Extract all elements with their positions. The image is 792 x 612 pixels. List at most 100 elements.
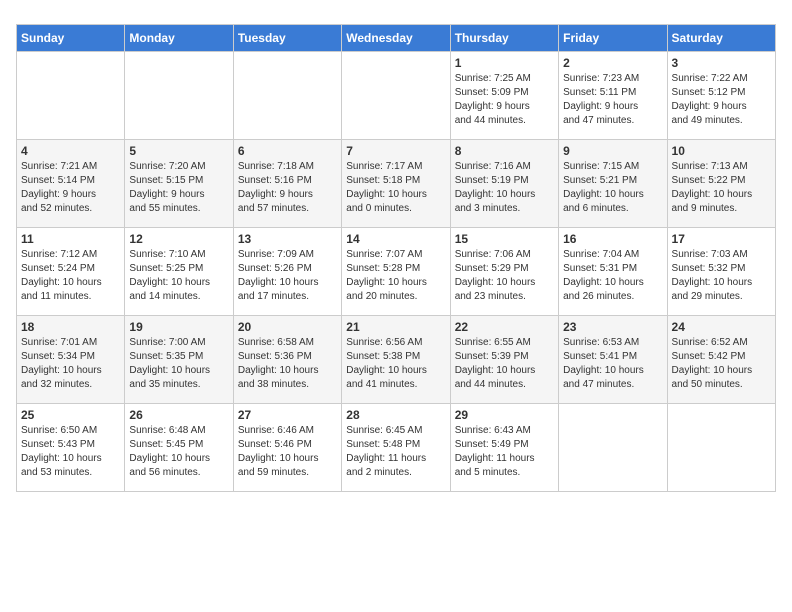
day-number: 7 xyxy=(346,144,445,158)
cell-content: Sunrise: 7:00 AM Sunset: 5:35 PM Dayligh… xyxy=(129,336,228,392)
calendar-cell: 14 Sunrise: 7:07 AM Sunset: 5:28 PM Dayli… xyxy=(342,228,450,316)
day-number: 11 xyxy=(21,232,120,246)
cell-content: Sunrise: 7:03 AM Sunset: 5:32 PM Dayligh… xyxy=(672,248,771,304)
calendar-cell: 1 Sunrise: 7:25 AM Sunset: 5:09 PM Daylig… xyxy=(450,52,558,140)
day-number: 25 xyxy=(21,408,120,422)
calendar-cell: 29 Sunrise: 6:43 AM Sunset: 5:49 PM Dayli… xyxy=(450,404,558,492)
cell-content: Sunrise: 6:55 AM Sunset: 5:39 PM Dayligh… xyxy=(455,336,554,392)
cell-content: Sunrise: 6:45 AM Sunset: 5:48 PM Dayligh… xyxy=(346,424,445,480)
calendar-cell: 16 Sunrise: 7:04 AM Sunset: 5:31 PM Dayli… xyxy=(559,228,667,316)
cell-content: Sunrise: 6:46 AM Sunset: 5:46 PM Dayligh… xyxy=(238,424,337,480)
day-number: 14 xyxy=(346,232,445,246)
day-number: 27 xyxy=(238,408,337,422)
cell-content: Sunrise: 6:48 AM Sunset: 5:45 PM Dayligh… xyxy=(129,424,228,480)
cell-content: Sunrise: 7:23 AM Sunset: 5:11 PM Dayligh… xyxy=(563,72,662,128)
cell-content: Sunrise: 7:20 AM Sunset: 5:15 PM Dayligh… xyxy=(129,160,228,216)
cell-content: Sunrise: 6:50 AM Sunset: 5:43 PM Dayligh… xyxy=(21,424,120,480)
day-number: 20 xyxy=(238,320,337,334)
calendar-cell: 19Sunrise: 7:00 AM Sunset: 5:35 PM Dayli… xyxy=(125,316,233,404)
calendar-cell: 15 Sunrise: 7:06 AM Sunset: 5:29 PM Dayli… xyxy=(450,228,558,316)
calendar-cell: 4 Sunrise: 7:21 AM Sunset: 5:14 PM Daylig… xyxy=(17,140,125,228)
col-header-thursday: Thursday xyxy=(450,25,558,52)
calendar-cell: 6 Sunrise: 7:18 AM Sunset: 5:16 PM Daylig… xyxy=(233,140,341,228)
calendar-cell: 2 Sunrise: 7:23 AM Sunset: 5:11 PM Daylig… xyxy=(559,52,667,140)
day-number: 23 xyxy=(563,320,662,334)
day-number: 10 xyxy=(672,144,771,158)
calendar-cell: 25 Sunrise: 6:50 AM Sunset: 5:43 PM Dayli… xyxy=(17,404,125,492)
calendar-cell: 7 Sunrise: 7:17 AM Sunset: 5:18 PM Daylig… xyxy=(342,140,450,228)
day-number: 5 xyxy=(129,144,228,158)
day-number: 4 xyxy=(21,144,120,158)
day-number: 3 xyxy=(672,56,771,70)
day-number: 8 xyxy=(455,144,554,158)
calendar-cell xyxy=(125,52,233,140)
cell-content: Sunrise: 7:15 AM Sunset: 5:21 PM Dayligh… xyxy=(563,160,662,216)
calendar-cell: 13 Sunrise: 7:09 AM Sunset: 5:26 PM Dayli… xyxy=(233,228,341,316)
calendar-cell: 24 Sunrise: 6:52 AM Sunset: 5:42 PM Dayli… xyxy=(667,316,775,404)
day-number: 2 xyxy=(563,56,662,70)
calendar-cell: 10 Sunrise: 7:13 AM Sunset: 5:22 PM Dayli… xyxy=(667,140,775,228)
calendar-cell: 27 Sunrise: 6:46 AM Sunset: 5:46 PM Dayli… xyxy=(233,404,341,492)
week-row-5: 25 Sunrise: 6:50 AM Sunset: 5:43 PM Dayli… xyxy=(17,404,776,492)
calendar-cell: 26Sunrise: 6:48 AM Sunset: 5:45 PM Dayli… xyxy=(125,404,233,492)
col-header-tuesday: Tuesday xyxy=(233,25,341,52)
cell-content: Sunrise: 7:18 AM Sunset: 5:16 PM Dayligh… xyxy=(238,160,337,216)
calendar-cell: 9 Sunrise: 7:15 AM Sunset: 5:21 PM Daylig… xyxy=(559,140,667,228)
calendar-cell xyxy=(667,404,775,492)
week-row-1: 1 Sunrise: 7:25 AM Sunset: 5:09 PM Daylig… xyxy=(17,52,776,140)
day-number: 13 xyxy=(238,232,337,246)
day-number: 17 xyxy=(672,232,771,246)
cell-content: Sunrise: 7:04 AM Sunset: 5:31 PM Dayligh… xyxy=(563,248,662,304)
calendar-cell xyxy=(233,52,341,140)
col-header-wednesday: Wednesday xyxy=(342,25,450,52)
cell-content: Sunrise: 7:22 AM Sunset: 5:12 PM Dayligh… xyxy=(672,72,771,128)
cell-content: Sunrise: 6:56 AM Sunset: 5:38 PM Dayligh… xyxy=(346,336,445,392)
cell-content: Sunrise: 7:21 AM Sunset: 5:14 PM Dayligh… xyxy=(21,160,120,216)
cell-content: Sunrise: 7:13 AM Sunset: 5:22 PM Dayligh… xyxy=(672,160,771,216)
day-number: 9 xyxy=(563,144,662,158)
week-row-2: 4 Sunrise: 7:21 AM Sunset: 5:14 PM Daylig… xyxy=(17,140,776,228)
day-number: 15 xyxy=(455,232,554,246)
calendar-cell: 23 Sunrise: 6:53 AM Sunset: 5:41 PM Dayli… xyxy=(559,316,667,404)
col-header-monday: Monday xyxy=(125,25,233,52)
calendar-cell: 18 Sunrise: 7:01 AM Sunset: 5:34 PM Dayli… xyxy=(17,316,125,404)
day-number: 22 xyxy=(455,320,554,334)
day-number: 21 xyxy=(346,320,445,334)
calendar-cell xyxy=(342,52,450,140)
calendar-cell: 8 Sunrise: 7:16 AM Sunset: 5:19 PM Daylig… xyxy=(450,140,558,228)
cell-content: Sunrise: 6:43 AM Sunset: 5:49 PM Dayligh… xyxy=(455,424,554,480)
day-number: 12 xyxy=(129,232,228,246)
calendar-cell: 3 Sunrise: 7:22 AM Sunset: 5:12 PM Daylig… xyxy=(667,52,775,140)
cell-content: Sunrise: 7:09 AM Sunset: 5:26 PM Dayligh… xyxy=(238,248,337,304)
day-number: 29 xyxy=(455,408,554,422)
calendar-cell: 12 Sunrise: 7:10 AM Sunset: 5:25 PM Dayli… xyxy=(125,228,233,316)
calendar-cell: 21 Sunrise: 6:56 AM Sunset: 5:38 PM Dayli… xyxy=(342,316,450,404)
day-number: 6 xyxy=(238,144,337,158)
calendar-header-row: SundayMondayTuesdayWednesdayThursdayFrid… xyxy=(17,25,776,52)
day-number: 1 xyxy=(455,56,554,70)
day-number: 24 xyxy=(672,320,771,334)
week-row-3: 11 Sunrise: 7:12 AM Sunset: 5:24 PM Dayli… xyxy=(17,228,776,316)
calendar-cell xyxy=(17,52,125,140)
calendar-cell: 17 Sunrise: 7:03 AM Sunset: 5:32 PM Dayli… xyxy=(667,228,775,316)
cell-content: Sunrise: 7:12 AM Sunset: 5:24 PM Dayligh… xyxy=(21,248,120,304)
week-row-4: 18 Sunrise: 7:01 AM Sunset: 5:34 PM Dayli… xyxy=(17,316,776,404)
cell-content: Sunrise: 7:16 AM Sunset: 5:19 PM Dayligh… xyxy=(455,160,554,216)
calendar-cell: 28Sunrise: 6:45 AM Sunset: 5:48 PM Dayli… xyxy=(342,404,450,492)
cell-content: Sunrise: 7:10 AM Sunset: 5:25 PM Dayligh… xyxy=(129,248,228,304)
col-header-saturday: Saturday xyxy=(667,25,775,52)
day-number: 18 xyxy=(21,320,120,334)
calendar-cell: 20Sunrise: 6:58 AM Sunset: 5:36 PM Dayli… xyxy=(233,316,341,404)
cell-content: Sunrise: 7:07 AM Sunset: 5:28 PM Dayligh… xyxy=(346,248,445,304)
cell-content: Sunrise: 6:53 AM Sunset: 5:41 PM Dayligh… xyxy=(563,336,662,392)
calendar-cell: 11 Sunrise: 7:12 AM Sunset: 5:24 PM Dayli… xyxy=(17,228,125,316)
day-number: 16 xyxy=(563,232,662,246)
cell-content: Sunrise: 6:52 AM Sunset: 5:42 PM Dayligh… xyxy=(672,336,771,392)
calendar-cell: 22 Sunrise: 6:55 AM Sunset: 5:39 PM Dayli… xyxy=(450,316,558,404)
cell-content: Sunrise: 7:25 AM Sunset: 5:09 PM Dayligh… xyxy=(455,72,554,128)
cell-content: Sunrise: 7:01 AM Sunset: 5:34 PM Dayligh… xyxy=(21,336,120,392)
col-header-friday: Friday xyxy=(559,25,667,52)
cell-content: Sunrise: 7:06 AM Sunset: 5:29 PM Dayligh… xyxy=(455,248,554,304)
calendar-cell xyxy=(559,404,667,492)
cell-content: Sunrise: 7:17 AM Sunset: 5:18 PM Dayligh… xyxy=(346,160,445,216)
